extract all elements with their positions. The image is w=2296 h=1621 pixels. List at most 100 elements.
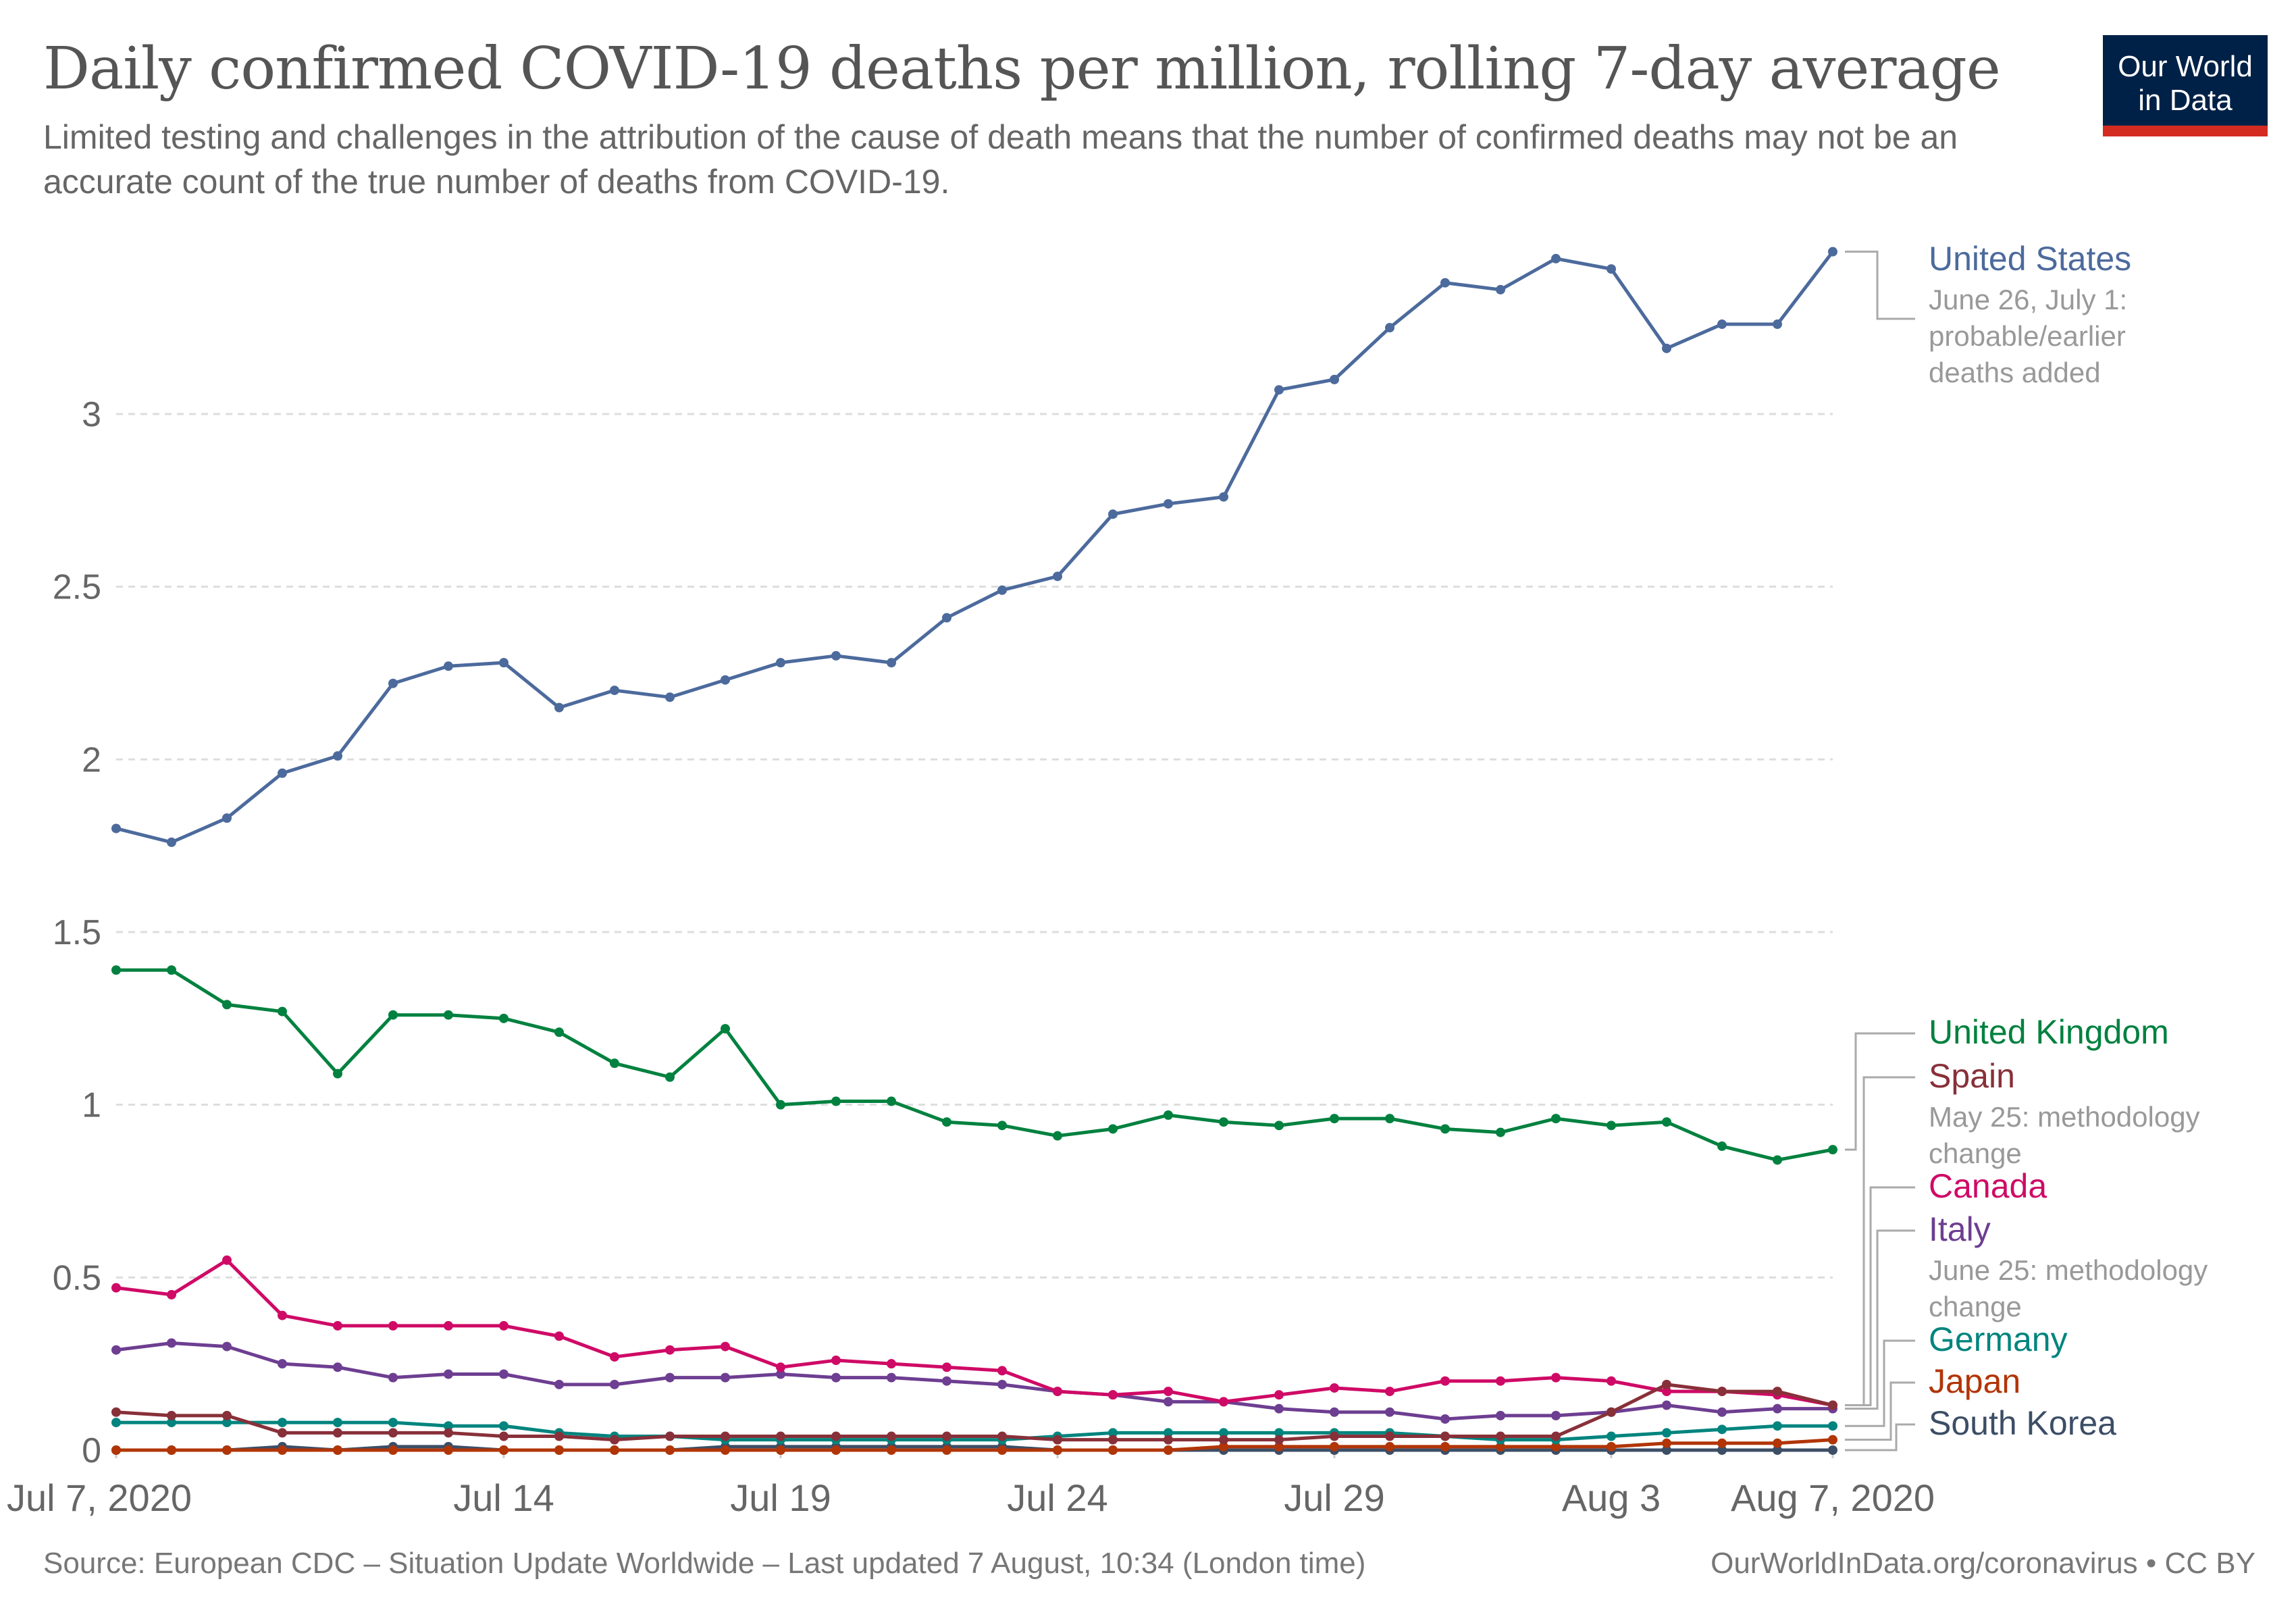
- data-point[interactable]: [942, 613, 951, 623]
- data-point[interactable]: [1496, 284, 1505, 294]
- data-point[interactable]: [1385, 1114, 1394, 1124]
- data-point[interactable]: [278, 1418, 287, 1428]
- series-line[interactable]: [115, 251, 1834, 844]
- data-point[interactable]: [1385, 1387, 1394, 1397]
- data-point[interactable]: [942, 1445, 951, 1455]
- legend-entry-italy[interactable]: Italy June 25: methodology change: [1845, 1210, 2208, 1410]
- data-point[interactable]: [388, 1372, 398, 1383]
- data-point[interactable]: [111, 1283, 121, 1293]
- data-point[interactable]: [111, 1445, 121, 1455]
- data-point[interactable]: [997, 585, 1007, 595]
- data-point[interactable]: [1607, 264, 1616, 274]
- data-point[interactable]: [721, 1431, 730, 1441]
- data-point[interactable]: [1551, 1372, 1561, 1383]
- data-point[interactable]: [665, 692, 675, 702]
- data-point[interactable]: [1828, 1145, 1837, 1155]
- data-point[interactable]: [554, 1331, 564, 1341]
- data-point[interactable]: [499, 1421, 508, 1431]
- data-point[interactable]: [1773, 1387, 1782, 1397]
- data-point[interactable]: [111, 1345, 121, 1355]
- data-point[interactable]: [942, 1376, 951, 1386]
- data-point[interactable]: [1053, 571, 1062, 582]
- data-point[interactable]: [554, 1445, 564, 1455]
- data-point[interactable]: [1496, 1127, 1505, 1137]
- data-point[interactable]: [610, 1445, 619, 1455]
- data-point[interactable]: [1219, 1397, 1228, 1407]
- data-point[interactable]: [1607, 1121, 1616, 1131]
- data-point[interactable]: [499, 1431, 508, 1441]
- data-point[interactable]: [1274, 385, 1284, 395]
- data-point[interactable]: [1773, 319, 1782, 330]
- data-point[interactable]: [776, 1445, 785, 1455]
- data-point[interactable]: [997, 1445, 1007, 1455]
- data-point[interactable]: [665, 1431, 675, 1441]
- data-point[interactable]: [776, 1100, 785, 1110]
- data-point[interactable]: [444, 1428, 453, 1438]
- data-point[interactable]: [665, 1072, 675, 1082]
- data-point[interactable]: [831, 1356, 841, 1366]
- data-point[interactable]: [1717, 319, 1727, 330]
- data-point[interactable]: [167, 1445, 176, 1455]
- data-point[interactable]: [942, 1431, 951, 1441]
- data-point[interactable]: [1440, 1124, 1450, 1134]
- data-point[interactable]: [1607, 1441, 1616, 1451]
- data-point[interactable]: [222, 1341, 232, 1352]
- data-point[interactable]: [167, 1338, 176, 1348]
- data-point[interactable]: [1219, 492, 1228, 502]
- data-point[interactable]: [1053, 1387, 1062, 1397]
- data-point[interactable]: [444, 1320, 453, 1331]
- series-united-states[interactable]: [111, 247, 1837, 848]
- data-point[interactable]: [887, 1372, 896, 1383]
- data-point[interactable]: [444, 1445, 453, 1455]
- data-point[interactable]: [388, 1428, 398, 1438]
- data-point[interactable]: [1828, 1435, 1837, 1445]
- data-point[interactable]: [167, 965, 176, 975]
- data-point[interactable]: [1717, 1424, 1727, 1435]
- data-point[interactable]: [278, 768, 287, 778]
- data-point[interactable]: [1828, 1445, 1837, 1455]
- series-canada[interactable]: [111, 1255, 1837, 1410]
- data-point[interactable]: [278, 1445, 287, 1455]
- data-point[interactable]: [222, 1410, 232, 1420]
- data-point[interactable]: [1496, 1376, 1505, 1386]
- data-point[interactable]: [997, 1366, 1007, 1376]
- data-point[interactable]: [111, 823, 121, 833]
- data-point[interactable]: [1164, 498, 1173, 509]
- legend-entry-united-states[interactable]: United States June 26, July 1: probable/ea…: [1845, 240, 2131, 388]
- data-point[interactable]: [997, 1379, 1007, 1389]
- data-point[interactable]: [1108, 509, 1118, 519]
- data-point[interactable]: [444, 1369, 453, 1379]
- data-point[interactable]: [1164, 1387, 1173, 1397]
- data-point[interactable]: [388, 1418, 398, 1428]
- data-point[interactable]: [1662, 1400, 1671, 1410]
- data-point[interactable]: [1385, 1431, 1394, 1441]
- data-point[interactable]: [721, 1372, 730, 1383]
- data-point[interactable]: [278, 1359, 287, 1369]
- series-spain[interactable]: [111, 1379, 1837, 1445]
- data-point[interactable]: [333, 1418, 342, 1428]
- data-point[interactable]: [1828, 1421, 1837, 1431]
- data-point[interactable]: [887, 658, 896, 668]
- data-point[interactable]: [222, 1445, 232, 1455]
- data-point[interactable]: [1330, 1114, 1339, 1124]
- data-point[interactable]: [1607, 1407, 1616, 1417]
- data-point[interactable]: [1274, 1390, 1284, 1400]
- data-point[interactable]: [1662, 1438, 1671, 1448]
- data-point[interactable]: [942, 1362, 951, 1372]
- data-point[interactable]: [278, 1006, 287, 1017]
- series-united-kingdom[interactable]: [111, 965, 1837, 1165]
- data-point[interactable]: [1662, 1379, 1671, 1389]
- data-point[interactable]: [997, 1431, 1007, 1441]
- data-point[interactable]: [831, 1096, 841, 1106]
- data-point[interactable]: [831, 1431, 841, 1441]
- data-point[interactable]: [1108, 1445, 1118, 1455]
- data-point[interactable]: [942, 1117, 951, 1127]
- license-link[interactable]: OurWorldInData.org/coronavirus • CC BY: [1711, 1547, 2255, 1580]
- data-point[interactable]: [831, 1445, 841, 1455]
- series-south-korea[interactable]: [111, 1441, 1837, 1455]
- series-line[interactable]: [115, 1341, 1833, 1421]
- data-point[interactable]: [1551, 253, 1561, 263]
- data-point[interactable]: [997, 1121, 1007, 1131]
- data-point[interactable]: [1662, 343, 1671, 353]
- data-point[interactable]: [1330, 1383, 1339, 1393]
